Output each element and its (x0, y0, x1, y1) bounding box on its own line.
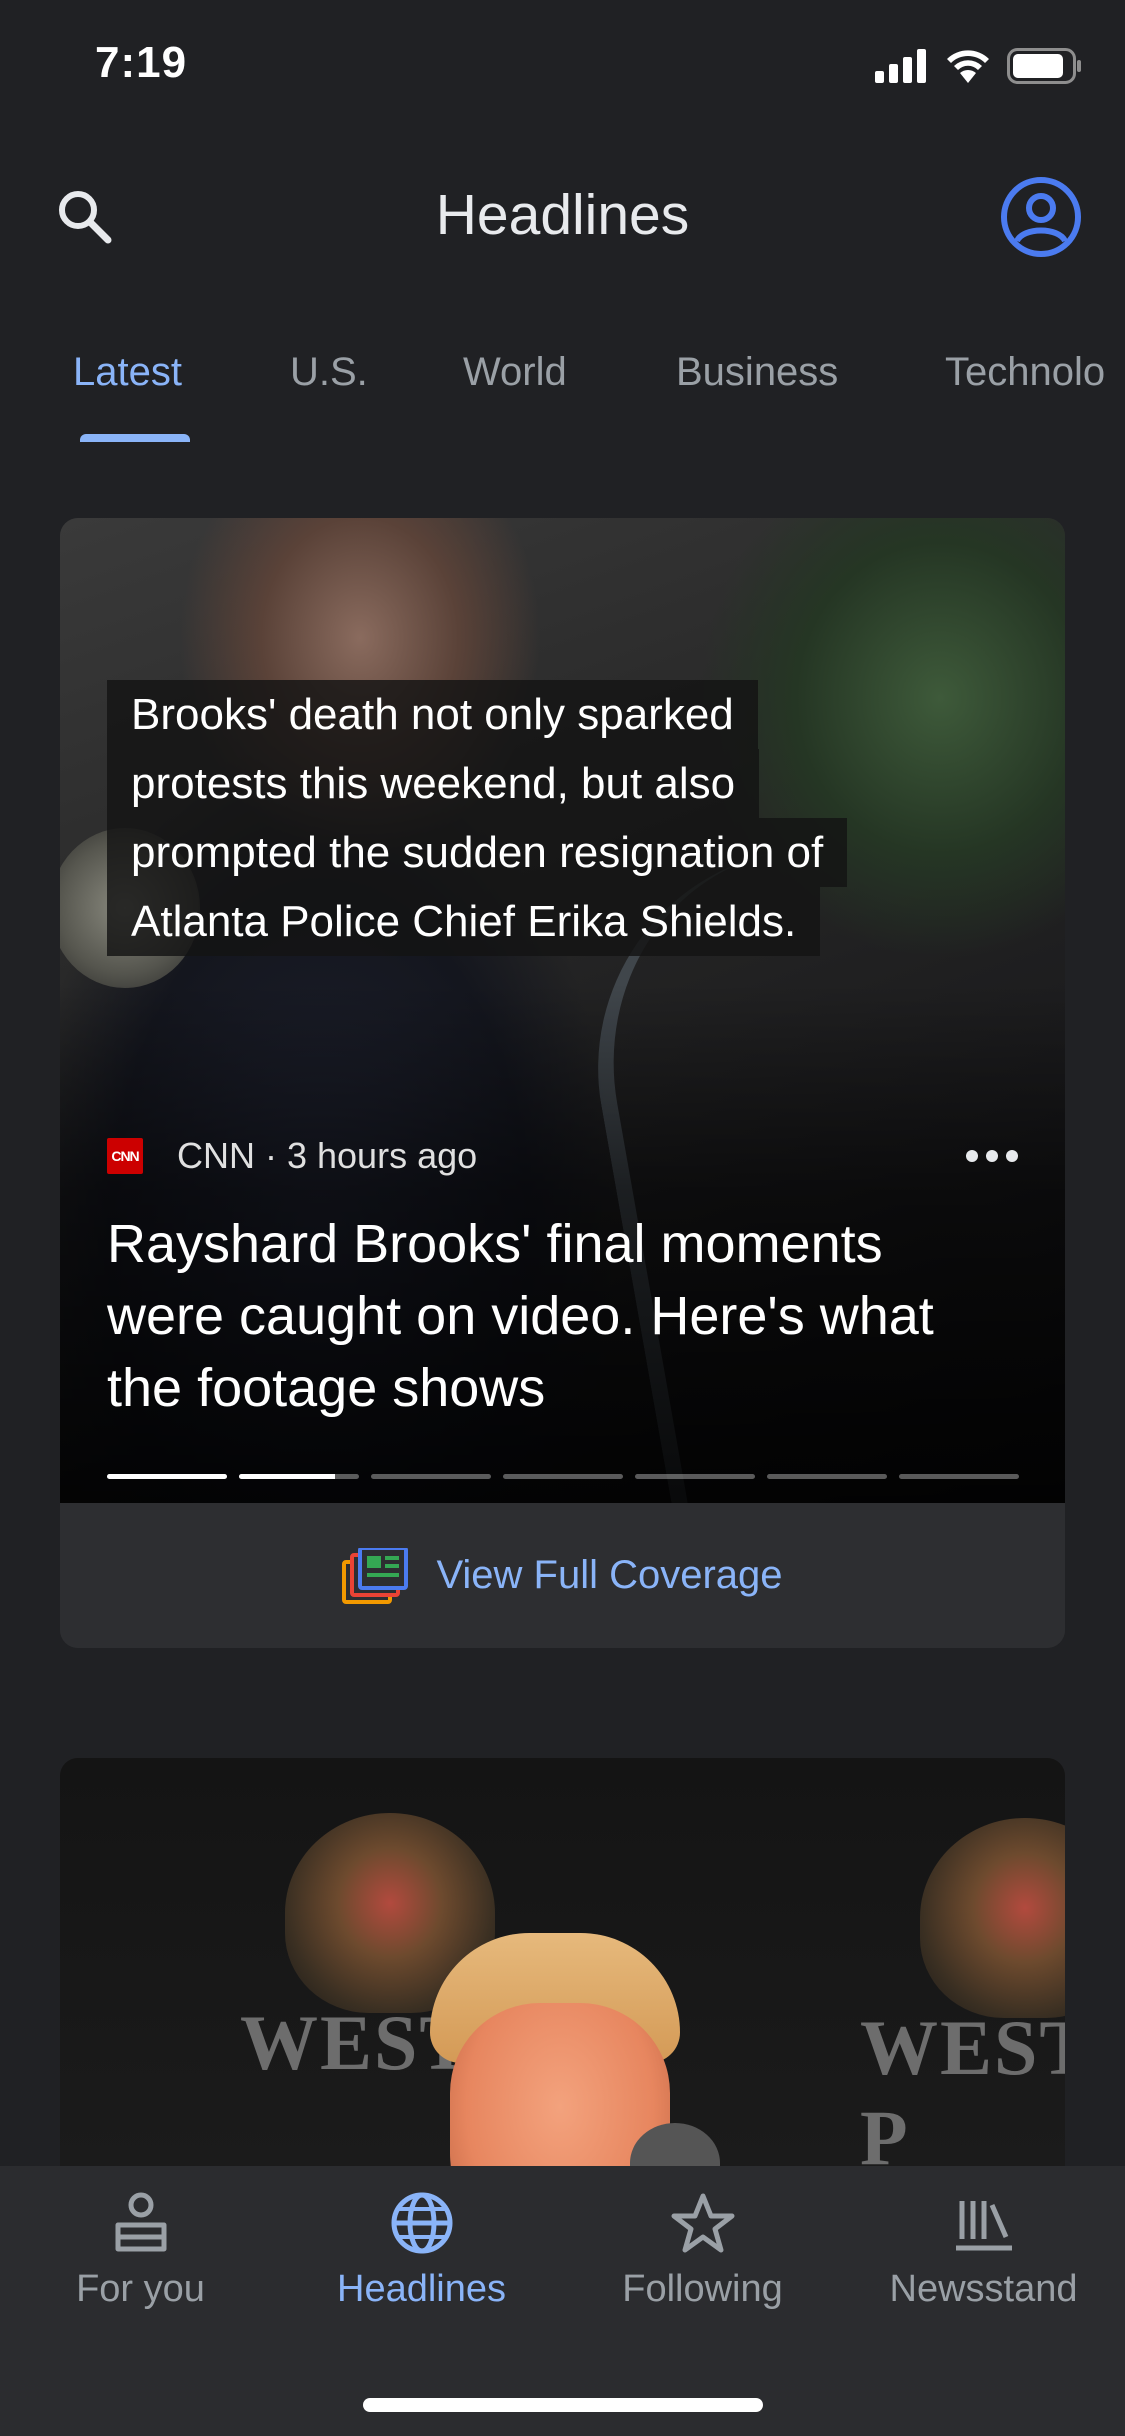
active-tab-indicator (80, 434, 190, 442)
signal-icon (875, 49, 926, 83)
for-you-icon (115, 2192, 166, 2252)
battery-icon (1007, 48, 1081, 84)
slide-progress-segment (107, 1474, 227, 1479)
slide-progress-segment (503, 1474, 623, 1479)
view-full-coverage-label: View Full Coverage (436, 1553, 783, 1597)
source-and-time: CNN · 3 hours ago (177, 1135, 478, 1176)
cnn-logo-icon: CNN (107, 1138, 143, 1174)
tab-business[interactable]: Business (676, 350, 838, 395)
slide-progress-segment (635, 1474, 755, 1479)
page-title: Headlines (435, 183, 690, 247)
nav-for-you[interactable]: For you (0, 2186, 281, 2336)
tab-us[interactable]: U.S. (290, 350, 368, 395)
full-coverage-icon (342, 1547, 409, 1604)
account-circle-icon (1001, 177, 1081, 257)
nav-label: For you (76, 2268, 205, 2310)
tab-latest[interactable]: Latest (73, 350, 182, 395)
star-icon (671, 2193, 734, 2253)
status-bar: 7:19 (0, 0, 1125, 130)
caption-line: prompted the sudden resignation of (107, 818, 848, 887)
caption-line: protests this weekend, but also (107, 749, 760, 818)
slide-progress (107, 1474, 1019, 1482)
newsstand-icon (955, 2201, 1012, 2251)
backdrop-text-right: WEST P (860, 2004, 1065, 2181)
slide-progress-fill (239, 1474, 335, 1479)
image-caption: Brooks' death not only sparked protests … (107, 680, 848, 956)
more-options-button[interactable] (962, 1128, 1022, 1184)
nav-label: Following (622, 2268, 783, 2310)
slide-progress-segment (239, 1474, 359, 1479)
nav-label: Headlines (337, 2268, 506, 2310)
section-tabs: Latest U.S. World Business Technolo (0, 340, 1125, 450)
crest-emblem-right (920, 1818, 1065, 2018)
slide-progress-fill (107, 1474, 227, 1479)
tab-technology[interactable]: Technolo (945, 350, 1105, 395)
nav-label: Newsstand (889, 2268, 1078, 2310)
globe-icon (391, 2192, 452, 2254)
account-button[interactable] (997, 173, 1085, 261)
home-indicator[interactable] (363, 2398, 763, 2412)
story-headline[interactable]: Rayshard Brooks' final moments were caug… (107, 1208, 1007, 1424)
view-full-coverage-button[interactable]: View Full Coverage (60, 1503, 1065, 1648)
app-header: Headlines (0, 140, 1125, 290)
caption-line: Brooks' death not only sparked (107, 680, 758, 749)
tab-world[interactable]: World (463, 350, 567, 395)
slide-progress-segment (899, 1474, 1019, 1479)
status-time: 7:19 (95, 38, 188, 87)
story-image[interactable]: WEST P WEST P (60, 1758, 1065, 2218)
wifi-icon (947, 50, 989, 83)
status-icons (875, 48, 1083, 84)
story-meta: CNN CNN · 3 hours ago (107, 1128, 1022, 1184)
nav-newsstand[interactable]: Newsstand (843, 2186, 1124, 2336)
more-horiz-icon (966, 1150, 1018, 1162)
slide-progress-segment (767, 1474, 887, 1479)
caption-line: Atlanta Police Chief Erika Shields. (107, 887, 821, 956)
bottom-navigation: For you Headlines Following Newsstand (0, 2166, 1125, 2436)
story-card[interactable]: WEST P WEST P (60, 1758, 1065, 2218)
nav-following[interactable]: Following (562, 2186, 843, 2336)
slide-progress-segment (371, 1474, 491, 1479)
nav-headlines[interactable]: Headlines (281, 2186, 562, 2336)
story-card[interactable]: Brooks' death not only sparked protests … (60, 518, 1065, 1648)
